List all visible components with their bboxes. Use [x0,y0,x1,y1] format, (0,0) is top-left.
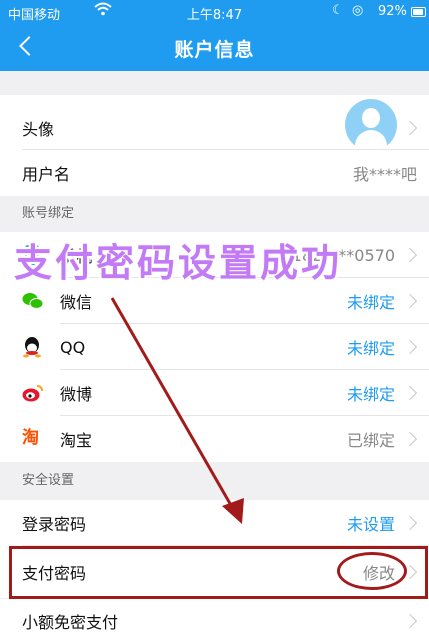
annotation-overlay-text: 支付密码设置成功 [14,241,343,285]
annotation-highlight-oval [337,552,407,590]
